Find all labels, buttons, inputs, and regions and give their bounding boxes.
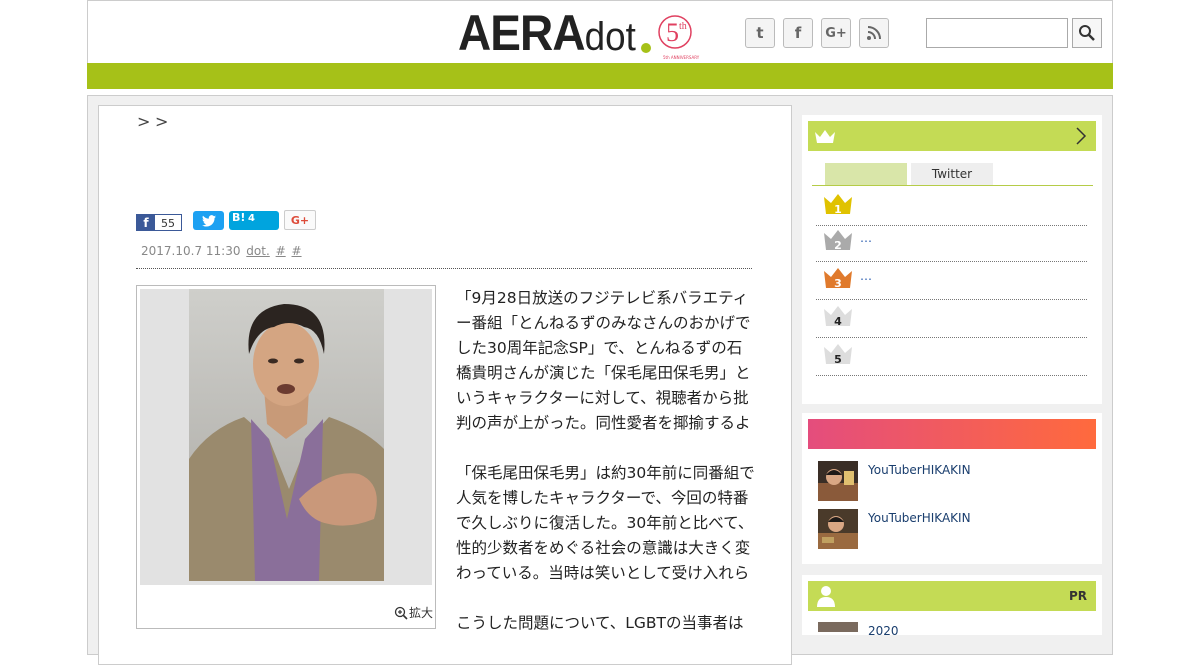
article-paragraph: 「9月28日放送のフジテレビ系バラエティー番組「とんねるずのみなさんのおかげでし… [456,289,751,432]
chevron-right-icon [1076,127,1087,145]
rank-number: 3 [834,277,842,290]
twitter-icon[interactable]: t [745,18,775,48]
zoom-label: 拡大 [409,606,434,620]
ranking-item[interactable] [816,261,1087,300]
rank-number: 5 [834,353,842,366]
pr-label: PR [1069,589,1088,603]
tag-link[interactable]: # [292,244,302,258]
logo-main: AERA [458,5,586,61]
tab-underline [812,185,1093,186]
ranking-item-title[interactable]: … [860,269,872,283]
ranking-item-title[interactable]: … [860,231,872,245]
rss-icon[interactable] [859,18,889,48]
rank-crown-icon: 3 [824,268,852,290]
tab-twitter[interactable]: Twitter [911,163,993,185]
article-photo[interactable] [189,289,384,581]
nav-bar [87,63,1113,89]
featured-thumbnail[interactable] [818,509,858,549]
breadcrumb-separator: > [155,112,169,131]
twitter-bird-icon [201,214,216,227]
article-paragraph: こうした問題について、LGBTの当事者はどのように感じているのだろうか [456,614,744,632]
svg-text:5: 5 [666,18,679,47]
facebook-share-count: 55 [161,217,175,230]
tag-link[interactable]: # [276,244,286,258]
source-link[interactable]: dot. [246,244,269,258]
ranking-item[interactable] [816,187,1087,226]
hatena-bookmark-button[interactable]: B! 4 [229,211,279,230]
zoom-in-icon [394,606,408,620]
ranking-item[interactable] [816,223,1087,262]
ranking-header[interactable] [808,121,1096,151]
rank-crown-icon: 1 [824,194,852,216]
logo-sub: dot [584,15,636,59]
zoom-link[interactable]: 拡大 [394,604,433,621]
ranking-item[interactable] [816,337,1087,376]
article-date: 2017.10.7 11:30 [141,244,241,258]
pr-header [808,581,1096,611]
facebook-share-button[interactable]: f 55 [136,214,182,231]
facebook-icon: f [137,215,155,230]
article-paragraph: 「保毛尾田保毛男」は約30年前に同番組で人気を博したキャラクターで、今回の特番で… [456,464,755,582]
featured-title[interactable]: YouTuberHIKAKIN [868,511,971,525]
pr-item-title[interactable]: 2020 [868,624,899,638]
breadcrumb-separator: > [137,112,151,131]
crown-icon [815,130,835,143]
hatena-count: 4 [248,213,255,224]
featured-thumbnail[interactable] [818,461,858,501]
anniversary-badge-icon: 5 th [658,15,692,49]
site-logo[interactable]: AERAdot [458,5,636,65]
divider [136,268,752,269]
user-icon [817,586,835,607]
google-plus-share-button[interactable]: G+ [284,210,316,230]
tab-ranking[interactable] [825,163,907,185]
rank-crown-icon: 4 [824,306,852,328]
featured-header [808,419,1096,449]
hatena-label: B! [232,211,246,224]
facebook-icon[interactable]: f [783,18,813,48]
google-plus-icon[interactable]: G+ [821,18,851,48]
rank-crown-icon: 2 [824,230,852,252]
search-input[interactable] [926,18,1068,48]
featured-title[interactable]: YouTuberHIKAKIN [868,463,971,477]
rank-number: 2 [834,239,842,252]
site-header: AERAdot 5 th 5th ANNIVERSARY t f G+ [87,0,1113,63]
ranking-item[interactable] [816,299,1087,338]
article-meta: 2017.10.7 11:30 dot. # # [141,244,302,258]
twitter-share-button[interactable] [193,211,224,230]
svg-text:th: th [679,21,687,32]
pr-thumbnail[interactable] [818,622,858,632]
anniversary-text: 5th ANNIVERSARY [663,55,700,60]
logo-dot-mark [641,43,651,53]
rank-number: 1 [834,203,842,216]
search-icon [1079,25,1095,41]
search-button[interactable] [1072,18,1102,48]
rank-crown-icon: 5 [824,344,852,366]
rank-number: 4 [834,315,842,328]
